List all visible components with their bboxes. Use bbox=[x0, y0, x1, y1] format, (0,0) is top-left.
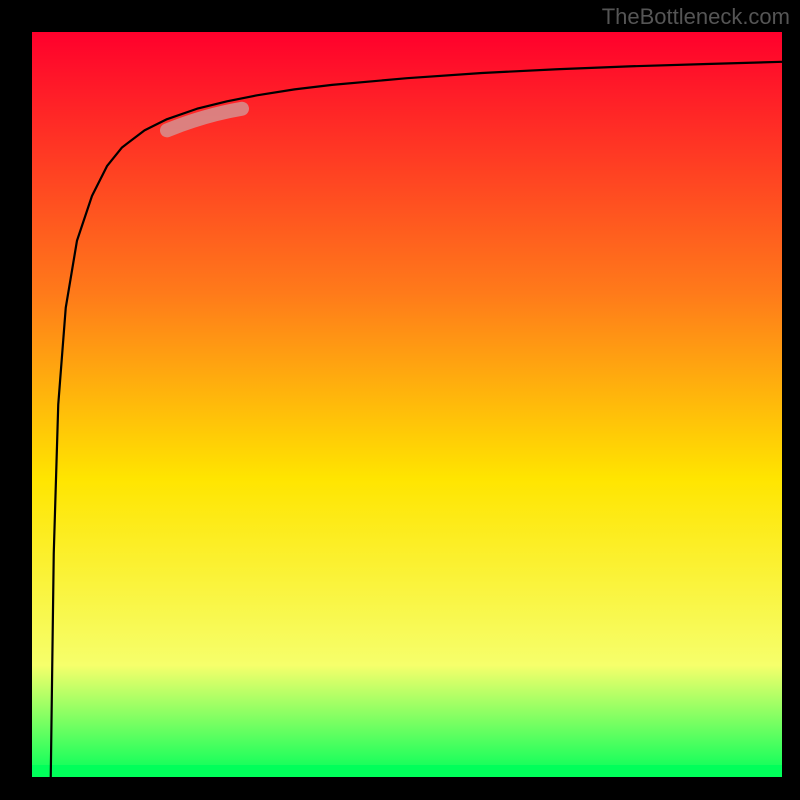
plot-area bbox=[32, 32, 782, 777]
chart-stage: TheBottleneck.com bbox=[0, 0, 800, 800]
bottleneck-chart bbox=[0, 0, 800, 800]
watermark-text: TheBottleneck.com bbox=[602, 4, 790, 30]
green-baseline-strip bbox=[32, 765, 782, 777]
